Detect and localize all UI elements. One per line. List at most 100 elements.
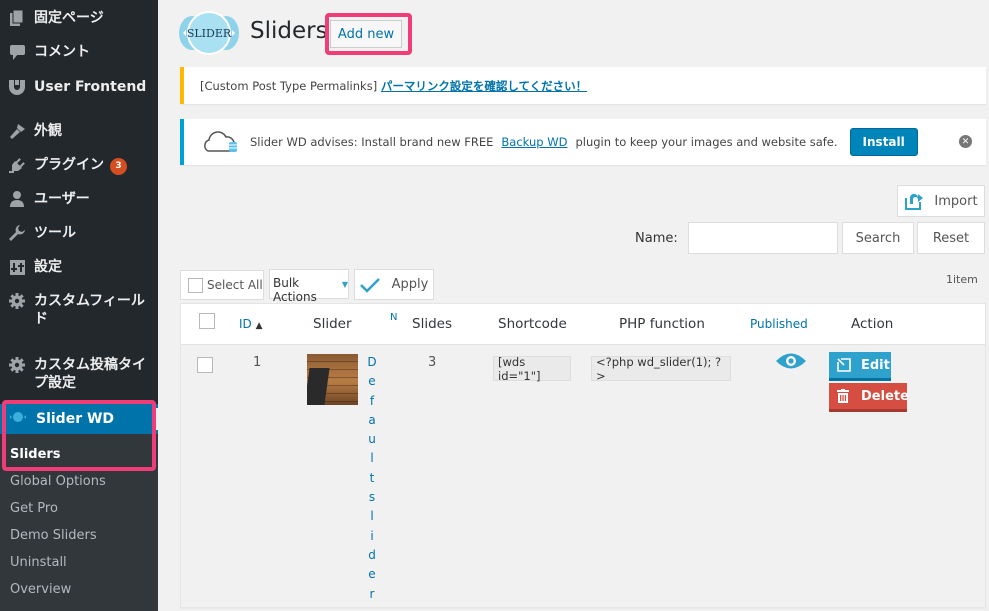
- column-header-id[interactable]: ID ▲: [239, 317, 263, 331]
- plugin-icon: [7, 156, 27, 174]
- permalink-settings-link[interactable]: パーマリンク設定を確認してください！: [381, 78, 587, 94]
- slider-name-char[interactable]: D: [366, 353, 378, 372]
- bulk-actions-select[interactable]: Bulk Actions ▼: [269, 269, 349, 304]
- slider-logo: SLIDER: [178, 11, 240, 55]
- sidebar-item-slider-wd[interactable]: Slider WD: [0, 404, 158, 434]
- edit-button[interactable]: Edit: [829, 352, 891, 381]
- dismiss-icon[interactable]: ✕: [959, 135, 972, 148]
- sidebar-item-user-frontend[interactable]: User Frontend: [0, 78, 158, 96]
- sidebar-item-label: 設定: [34, 259, 62, 275]
- backup-wd-link[interactable]: Backup WD: [501, 135, 567, 149]
- backup-wd-notice: Slider WD advises: Install brand new FRE…: [180, 119, 986, 165]
- slider-name-char[interactable]: r: [366, 585, 378, 604]
- update-count-badge: 3: [110, 158, 127, 175]
- notice-prefix: [Custom Post Type Permalinks]: [200, 78, 378, 93]
- delete-button[interactable]: Delete: [829, 383, 909, 412]
- slider-name-char[interactable]: e: [366, 372, 378, 391]
- slider-name-char[interactable]: i: [366, 527, 378, 546]
- pages-icon: [7, 9, 27, 27]
- slider-name-char[interactable]: d: [366, 546, 378, 565]
- row-slides-count: 3: [428, 355, 437, 370]
- header-select-checkbox[interactable]: [199, 313, 215, 329]
- sidebar-item-label: User Frontend: [34, 79, 147, 95]
- select-all-control[interactable]: Select All: [180, 270, 264, 300]
- slider-name-char[interactable]: f: [366, 392, 378, 411]
- column-header-slider: Slider: [313, 316, 352, 332]
- select-all-checkbox[interactable]: [188, 277, 203, 293]
- submenu-item-uninstall[interactable]: Uninstall: [10, 555, 67, 570]
- gear-icon: [7, 292, 27, 310]
- column-header-shortcode: Shortcode: [498, 316, 567, 332]
- php-function-field[interactable]: <?php wd_slider(1); ?>: [591, 355, 731, 383]
- user-icon: [7, 190, 27, 208]
- submenu-item-overview[interactable]: Overview: [10, 582, 71, 597]
- sidebar-item-pages[interactable]: 固定ページ: [0, 9, 158, 27]
- slider-name-char[interactable]: s: [366, 488, 378, 507]
- slider-name-char[interactable]: e: [366, 565, 378, 584]
- slider-name-char[interactable]: a: [366, 411, 378, 430]
- admin-sidebar: 固定ページ コメント User Frontend 外観 プラグイン 3 ユーザー …: [0, 0, 159, 611]
- sort-ascending-icon: ▲: [255, 321, 263, 331]
- submenu-item-demo-sliders[interactable]: Demo Sliders: [10, 528, 97, 543]
- search-button[interactable]: Search: [842, 222, 914, 254]
- page-title: Sliders: [250, 18, 328, 44]
- sliders-table: ID ▲ Slider N Slides Shortcode PHP funct…: [180, 303, 986, 608]
- add-new-button[interactable]: Add new: [330, 20, 402, 48]
- name-filter-label: Name:: [635, 231, 678, 246]
- sidebar-item-label: カスタムフィールド: [34, 293, 145, 327]
- shortcode-field[interactable]: [wds id="1"]: [493, 355, 571, 383]
- trash-icon: [837, 389, 849, 403]
- dropdown-arrow-icon: ▼: [341, 280, 348, 289]
- slider-name-char[interactable]: t: [366, 469, 378, 488]
- sidebar-item-label: プラグイン: [34, 157, 104, 173]
- sidebar-item-label: ツール: [34, 225, 76, 241]
- sidebar-item-settings[interactable]: 設定: [0, 258, 158, 276]
- sidebar-item-custom-fields[interactable]: カスタムフィールド: [0, 292, 152, 328]
- column-header-name[interactable]: N: [390, 312, 397, 323]
- slider-name-char[interactable]: l: [366, 507, 378, 526]
- sidebar-item-label: ユーザー: [34, 191, 90, 207]
- cloud-backup-icon: [202, 131, 238, 153]
- submenu-item-global-options[interactable]: Global Options: [10, 474, 106, 489]
- edit-icon: [837, 358, 851, 372]
- user-frontend-icon: [7, 78, 27, 96]
- column-header-slides: Slides: [412, 316, 452, 332]
- slider-name-link[interactable]: Defaultslider: [366, 353, 378, 604]
- sidebar-item-label: Slider WD: [36, 411, 115, 427]
- sidebar-item-appearance[interactable]: 外観: [0, 122, 158, 140]
- bulk-actions-label: Bulk Actions: [273, 276, 317, 304]
- sidebar-item-users[interactable]: ユーザー: [0, 190, 158, 208]
- edit-label: Edit: [861, 357, 890, 373]
- import-icon: [904, 192, 924, 210]
- slider-name-char[interactable]: u: [366, 430, 378, 449]
- delete-label: Delete: [861, 388, 909, 404]
- notice-text-before: Slider WD advises: Install brand new FRE…: [250, 135, 494, 149]
- appearance-brush-icon: [7, 122, 27, 140]
- sidebar-item-plugins[interactable]: プラグイン 3: [0, 156, 158, 175]
- reset-button[interactable]: Reset: [917, 222, 985, 254]
- submenu-item-get-pro[interactable]: Get Pro: [10, 501, 58, 516]
- submenu-item-sliders[interactable]: Sliders: [10, 447, 61, 462]
- item-count: 1item: [946, 273, 978, 286]
- sidebar-item-label: 外観: [34, 123, 62, 139]
- svg-text:SLIDER: SLIDER: [187, 27, 232, 40]
- sidebar-item-comments[interactable]: コメント: [0, 43, 158, 61]
- import-button[interactable]: Import: [897, 185, 985, 217]
- slider-thumbnail[interactable]: [307, 354, 358, 405]
- settings-sliders-icon: [7, 258, 27, 276]
- sidebar-item-label: 固定ページ: [34, 10, 104, 26]
- published-eye-icon[interactable]: [775, 352, 807, 370]
- sidebar-item-custom-post-types[interactable]: カスタム投稿タイプ設定: [0, 356, 152, 392]
- slider-wd-submenu: Sliders Global Options Get Pro Demo Slid…: [0, 434, 158, 611]
- row-select-checkbox[interactable]: [197, 357, 213, 373]
- permalink-notice: [Custom Post Type Permalinks] パーマリンク設定を確…: [180, 67, 986, 104]
- comment-icon: [7, 43, 27, 61]
- name-search-input[interactable]: [688, 222, 838, 254]
- slider-wd-icon: [10, 411, 26, 427]
- column-header-published[interactable]: Published: [750, 317, 808, 331]
- slider-name-char[interactable]: l: [366, 449, 378, 468]
- row-id: 1: [253, 355, 262, 370]
- sidebar-item-tools[interactable]: ツール: [0, 224, 158, 242]
- apply-button[interactable]: Apply: [354, 269, 434, 300]
- install-button[interactable]: Install: [849, 128, 918, 156]
